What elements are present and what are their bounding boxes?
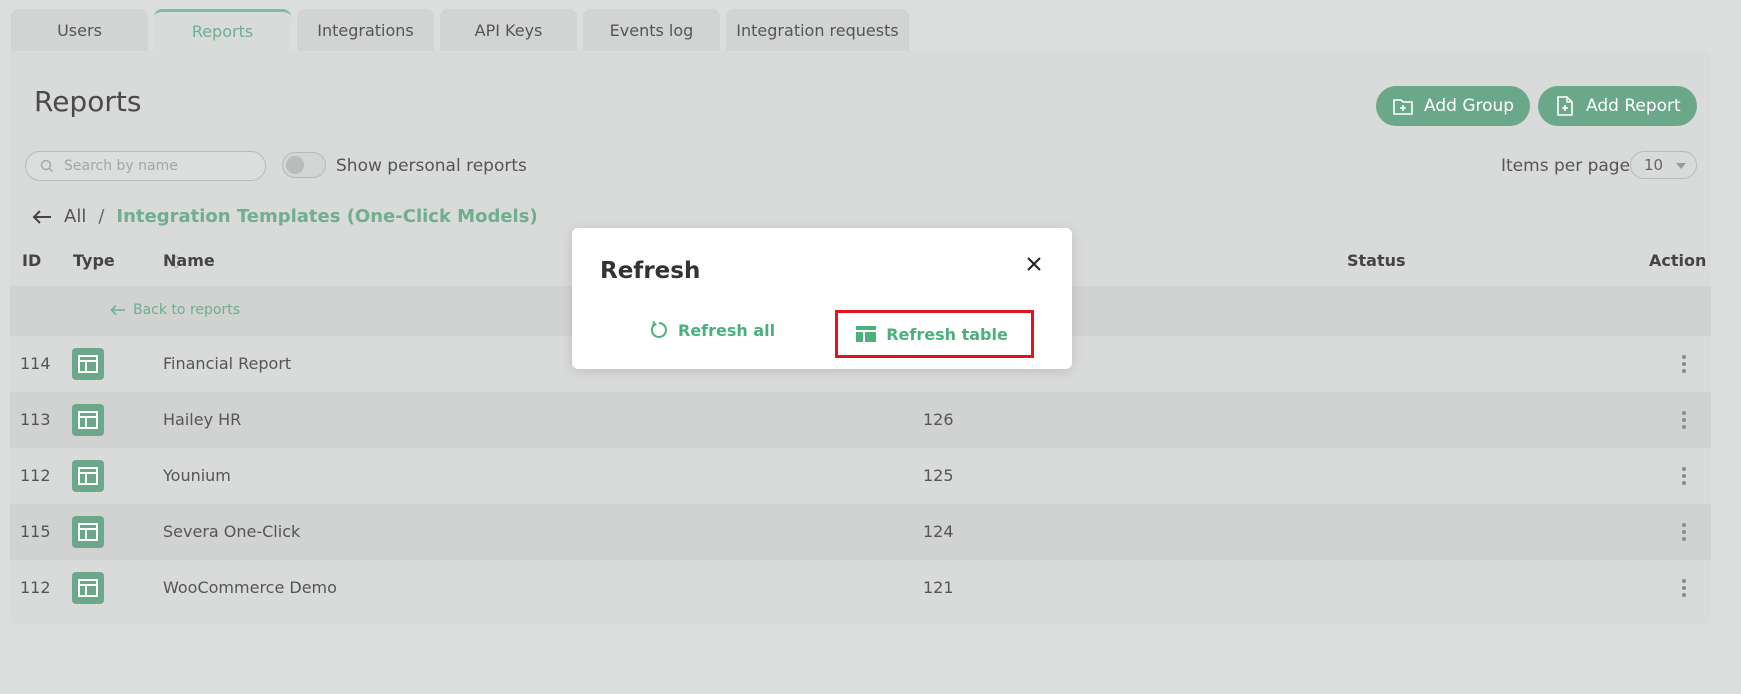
more-options-icon[interactable] <box>1679 407 1689 433</box>
refresh-table-button[interactable]: Refresh table <box>835 310 1034 358</box>
header-id: ID <box>22 251 42 270</box>
header-name[interactable]: Name <box>163 251 215 270</box>
close-icon[interactable] <box>1022 252 1046 276</box>
row-name: Financial Report <box>163 354 292 373</box>
row-name: Severa One-Click <box>163 522 301 541</box>
table-row[interactable]: 112 Younium 125 <box>10 448 1711 504</box>
more-options-icon[interactable] <box>1679 519 1689 545</box>
folder-plus-icon <box>1393 99 1413 115</box>
tab-api-keys[interactable]: API Keys <box>440 9 577 51</box>
page-title: Reports <box>34 85 142 118</box>
back-arrow-icon[interactable] <box>32 209 52 225</box>
refresh-all-button[interactable]: Refresh all <box>649 320 775 340</box>
items-per-page-value: 10 <box>1644 156 1664 174</box>
back-to-reports-label: Back to reports <box>133 302 240 318</box>
row-number: 125 <box>923 466 954 485</box>
more-options-icon[interactable] <box>1679 463 1689 489</box>
search-input[interactable] <box>64 158 244 174</box>
table-row[interactable]: 115 Severa One-Click 124 <box>10 504 1711 560</box>
add-report-button[interactable]: Add Report <box>1538 86 1697 126</box>
add-group-button[interactable]: Add Group <box>1376 86 1531 126</box>
header-type: Type <box>73 251 115 270</box>
row-id: 112 <box>20 466 51 485</box>
row-id: 113 <box>20 410 51 429</box>
breadcrumb-all[interactable]: All <box>64 206 86 227</box>
toggle-knob <box>286 156 304 174</box>
header-status: Status <box>1347 251 1406 270</box>
tab-reports[interactable]: Reports <box>154 9 291 51</box>
breadcrumb-current: Integration Templates (One-Click Models) <box>116 206 538 227</box>
header-action: Action <box>1649 251 1707 270</box>
header-name-label: Name <box>163 251 215 270</box>
table-icon <box>856 326 877 342</box>
report-type-icon <box>72 516 104 548</box>
row-name: Hailey HR <box>163 410 242 429</box>
caret-down-icon <box>1676 163 1686 169</box>
more-options-icon[interactable] <box>1679 575 1689 601</box>
back-arrow-icon <box>110 304 125 316</box>
add-report-label: Add Report <box>1586 96 1681 116</box>
row-id: 112 <box>20 578 51 597</box>
report-type-icon <box>72 404 104 436</box>
row-name: Younium <box>163 466 231 485</box>
tab-integrations[interactable]: Integrations <box>297 9 434 51</box>
row-number: 126 <box>923 410 954 429</box>
personal-reports-toggle[interactable] <box>282 152 326 178</box>
refresh-table-label: Refresh table <box>886 324 1008 344</box>
file-plus-icon <box>1557 96 1573 116</box>
tab-integration-requests[interactable]: Integration requests <box>726 9 909 51</box>
table-row[interactable]: 112 WooCommerce Demo 121 <box>10 560 1711 616</box>
back-to-reports-link[interactable]: Back to reports <box>110 302 240 318</box>
more-options-icon[interactable] <box>1679 351 1689 377</box>
breadcrumb: All / Integration Templates (One-Click M… <box>32 206 538 227</box>
report-type-icon <box>72 460 104 492</box>
refresh-icon <box>650 320 667 338</box>
report-type-icon <box>72 348 104 380</box>
row-number: 124 <box>923 522 954 541</box>
add-group-label: Add Group <box>1424 96 1515 116</box>
breadcrumb-separator: / <box>98 206 105 227</box>
refresh-all-label: Refresh all <box>678 320 776 340</box>
refresh-modal: Refresh Refresh all Refresh table <box>572 228 1072 369</box>
items-per-page-select[interactable]: 10 <box>1630 151 1697 179</box>
report-type-icon <box>72 572 104 604</box>
search-box <box>25 151 266 181</box>
tab-users[interactable]: Users <box>11 9 148 51</box>
tab-bar: Users Reports Integrations API Keys Even… <box>11 9 909 51</box>
row-id: 114 <box>20 354 51 373</box>
row-name: WooCommerce Demo <box>163 578 337 597</box>
modal-title: Refresh <box>600 258 701 284</box>
tab-events-log[interactable]: Events log <box>583 9 720 51</box>
row-number: 121 <box>923 578 954 597</box>
search-icon <box>40 159 53 172</box>
row-id: 115 <box>20 522 51 541</box>
table-row[interactable]: 113 Hailey HR 126 <box>10 392 1711 448</box>
personal-reports-label: Show personal reports <box>336 156 527 176</box>
items-per-page-label: Items per page <box>1501 156 1631 176</box>
